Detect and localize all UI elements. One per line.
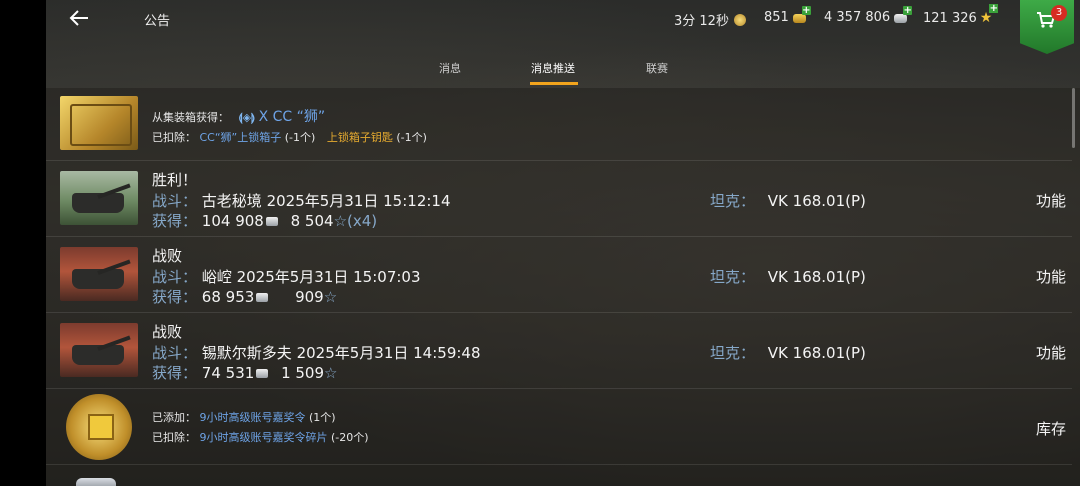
list-item-battle-defeat[interactable]: 战败 战斗： 锡默尔斯多夫 2025年5月31日 14:59:48 获得： 74… [46, 312, 1072, 389]
earned-xp: 1 509 [281, 364, 325, 382]
free-xp-star-icon: ★ [980, 4, 998, 26]
deducted-item: 9小时高级账号嘉奖令碎片 [199, 431, 328, 444]
xp-star-icon: ☆ [323, 288, 338, 306]
notification-list[interactable]: 从集装箱获得： ⟬◈⟭ X CC “狮” 已扣除： CC“狮”上锁箱子 (-1个… [46, 88, 1080, 486]
premium-medal-icon [732, 13, 748, 27]
crate-gained-line: 从集装箱获得： ⟬◈⟭ X CC “狮” [152, 106, 325, 126]
credit-coin-icon [256, 369, 269, 378]
tab-messages[interactable]: 消息 [439, 60, 461, 76]
battle-result: 战败 [152, 247, 183, 265]
added-item: 9小时高级账号嘉奖令 [199, 411, 306, 424]
list-item-premium[interactable]: 已添加： 9小时高级账号嘉奖令 (1个) 已扣除： 9小时高级账号嘉奖令碎片 (… [46, 388, 1072, 465]
function-button[interactable]: 功能 [1036, 266, 1066, 287]
battle-result: 胜利！ [152, 171, 198, 189]
emblem-icon: ⟬◈⟭ [238, 111, 256, 124]
earn-line: 获得： 104 908 8 504☆(x4) [152, 210, 377, 231]
top-bar: 公告 3分 12秒 851 4 357 806 121 326 ★ 3 [46, 0, 1080, 54]
tab-bar: 消息 消息推送 联赛 [46, 52, 1080, 88]
function-button[interactable]: 功能 [1036, 342, 1066, 363]
silver-coin-icon [893, 5, 913, 25]
deducted-count-box: (-1个) [284, 131, 316, 144]
earn-label: 获得： [152, 288, 198, 306]
gold-crate-image [60, 96, 138, 150]
earn-label: 获得： [152, 212, 198, 230]
battle-label: 战斗： [152, 268, 198, 286]
added-label: 已添加： [152, 411, 196, 424]
partial-medal-icon [76, 478, 116, 486]
function-button[interactable]: 功能 [1036, 190, 1066, 211]
tank-line: 坦克： VK 168.01(P) [710, 342, 866, 363]
battle-info: 锡默尔斯多夫 2025年5月31日 14:59:48 [201, 344, 481, 362]
tank-label: 坦克： [710, 268, 756, 286]
tank-name: VK 168.01(P) [767, 344, 866, 362]
premium-timer-text: 3分 12秒 [674, 14, 729, 29]
inventory-button[interactable]: 库存 [1036, 418, 1066, 439]
deducted-item-key: 上锁箱子钥匙 [326, 131, 393, 144]
battle-info: 峪崆 2025年5月31日 15:07:03 [201, 268, 421, 286]
deducted-count: (-20个) [331, 431, 369, 444]
deducted-item-box: CC“狮”上锁箱子 [199, 131, 282, 144]
earn-label: 获得： [152, 364, 198, 382]
premium-timer[interactable]: 3分 12秒 [674, 10, 748, 29]
tank-thumbnail [60, 323, 138, 377]
xp-star-icon: ☆ [333, 212, 348, 230]
list-item-partial[interactable] [46, 464, 1072, 486]
tank-thumbnail [60, 171, 138, 225]
credits-value: 4 357 806 [824, 10, 891, 25]
gold-counter[interactable]: 851 [764, 5, 811, 25]
earn-line: 获得： 68 953 909☆ [152, 286, 337, 307]
gained-item: X CC “狮” [258, 109, 326, 125]
tank-name: VK 168.01(P) [767, 268, 866, 286]
battle-line: 战斗： 古老秘境 2025年5月31日 15:12:14 [152, 190, 451, 211]
tank-line: 坦克： VK 168.01(P) [710, 190, 866, 211]
screen: 公告 3分 12秒 851 4 357 806 121 326 ★ 3 消息 消… [46, 0, 1080, 486]
tank-line: 坦克： VK 168.01(P) [710, 266, 866, 287]
scrollbar[interactable] [1072, 88, 1075, 148]
battle-line: 战斗： 峪崆 2025年5月31日 15:07:03 [152, 266, 421, 287]
battle-result: 战败 [152, 323, 183, 341]
freexp-counter[interactable]: 121 326 ★ [923, 4, 998, 26]
credits-counter[interactable]: 4 357 806 [824, 5, 913, 25]
earned-credits: 74 531 [201, 364, 255, 382]
added-count: (1个) [309, 411, 336, 424]
earn-line: 获得： 74 531 1 509☆ [152, 362, 337, 383]
earned-xp: 8 504 [290, 212, 334, 230]
list-item-battle-victory[interactable]: 胜利！ 战斗： 古老秘境 2025年5月31日 15:12:14 获得： 104… [46, 160, 1072, 237]
deducted-count-key: (-1个) [396, 131, 427, 144]
premium-added-line: 已添加： 9小时高级账号嘉奖令 (1个) [152, 409, 336, 425]
tank-name: VK 168.01(P) [767, 192, 866, 210]
credit-coin-icon [265, 217, 278, 226]
battle-label: 战斗： [152, 192, 198, 210]
tank-thumbnail [60, 247, 138, 301]
gold-coin-icon [792, 5, 811, 25]
earned-credits: 68 953 [201, 288, 255, 306]
tab-push-messages[interactable]: 消息推送 [531, 60, 575, 76]
gold-value: 851 [764, 10, 789, 25]
credit-coin-icon [256, 293, 269, 302]
tab-league[interactable]: 联赛 [646, 60, 668, 76]
back-arrow-icon[interactable] [68, 8, 90, 28]
list-item-crate[interactable]: 从集装箱获得： ⟬◈⟭ X CC “狮” 已扣除： CC“狮”上锁箱子 (-1个… [46, 88, 1072, 161]
earned-credits: 104 908 [201, 212, 264, 230]
premium-medal-icon [66, 394, 132, 460]
premium-deducted-line: 已扣除： 9小时高级账号嘉奖令碎片 (-20个) [152, 429, 369, 445]
battle-line: 战斗： 锡默尔斯多夫 2025年5月31日 14:59:48 [152, 342, 481, 363]
gained-label: 从集装箱获得： [152, 111, 229, 124]
left-black-bar [0, 0, 46, 486]
freexp-value: 121 326 [923, 10, 977, 26]
battle-info: 古老秘境 2025年5月31日 15:12:14 [201, 192, 451, 210]
page-title: 公告 [144, 14, 171, 29]
xp-multiplier: (x4) [347, 212, 378, 230]
tank-label: 坦克： [710, 344, 756, 362]
earned-xp: 909 [295, 288, 324, 306]
tank-label: 坦克： [710, 192, 756, 210]
cart-badge: 3 [1051, 5, 1067, 21]
crate-deducted-line: 已扣除： CC“狮”上锁箱子 (-1个) 上锁箱子钥匙 (-1个) [152, 129, 427, 145]
deducted-label: 已扣除： [152, 431, 196, 444]
xp-star-icon: ☆ [324, 364, 338, 382]
battle-label: 战斗： [152, 344, 198, 362]
active-tab-indicator [530, 82, 578, 85]
list-item-battle-defeat[interactable]: 战败 战斗： 峪崆 2025年5月31日 15:07:03 获得： 68 953… [46, 236, 1072, 313]
deducted-label: 已扣除： [152, 131, 196, 144]
